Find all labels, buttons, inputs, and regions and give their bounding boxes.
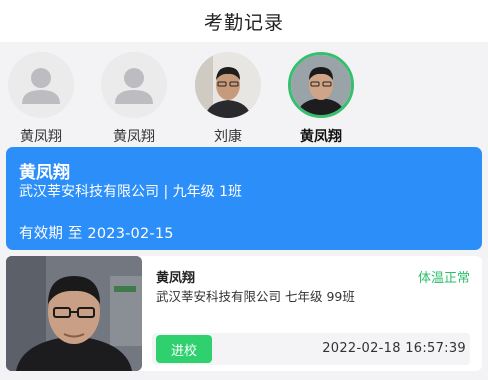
record-name: 黄凤翔: [156, 271, 196, 286]
person-name: 黄凤翔: [20, 129, 62, 145]
default-avatar-icon: [8, 52, 74, 118]
student-info-card: 黄凤翔 武汉莘安科技有限公司 | 九年级 1班 有效期 至 2023-02-15: [6, 147, 482, 250]
capture-photo: [6, 256, 142, 371]
record-school-class: 武汉莘安科技有限公司 七年级 99班: [156, 289, 355, 304]
person-item-1[interactable]: 黄凤翔: [1, 52, 81, 145]
person-name: 刘康: [214, 129, 242, 145]
student-school-class: 武汉莘安科技有限公司 | 九年级 1班: [19, 184, 242, 200]
person-item-2[interactable]: 黄凤翔: [94, 52, 174, 145]
page-title: 考勤记录: [203, 11, 284, 34]
person-item-3[interactable]: 刘康: [188, 52, 268, 145]
attendance-record-card[interactable]: 黄凤翔 体温正常 武汉莘安科技有限公司 七年级 99班 进校 2022-02-1…: [6, 256, 482, 371]
person-avatar-photo: [195, 52, 261, 118]
validity-date: 有效期 至 2023-02-15: [19, 226, 174, 242]
person-item-4-selected[interactable]: 黄凤翔: [281, 52, 361, 145]
temperature-status: 体温正常: [417, 271, 470, 286]
person-avatar-photo: [288, 52, 354, 118]
student-name: 黄凤翔: [19, 163, 70, 183]
title-bar: 考勤记录: [0, 0, 488, 42]
entry-badge: 进校: [156, 335, 212, 363]
attendance-page: 考勤记录 黄凤翔 黄凤翔 刘康 黄凤翔 黄凤翔 武汉莘安科技有限公司 | 九年级…: [0, 0, 488, 380]
default-avatar-icon: [101, 52, 167, 118]
person-name: 黄凤翔: [300, 129, 342, 145]
record-timestamp: 2022-02-18 16:57:39: [322, 341, 466, 356]
person-selector: 黄凤翔 黄凤翔 刘康 黄凤翔: [0, 42, 488, 145]
person-name: 黄凤翔: [113, 129, 155, 145]
